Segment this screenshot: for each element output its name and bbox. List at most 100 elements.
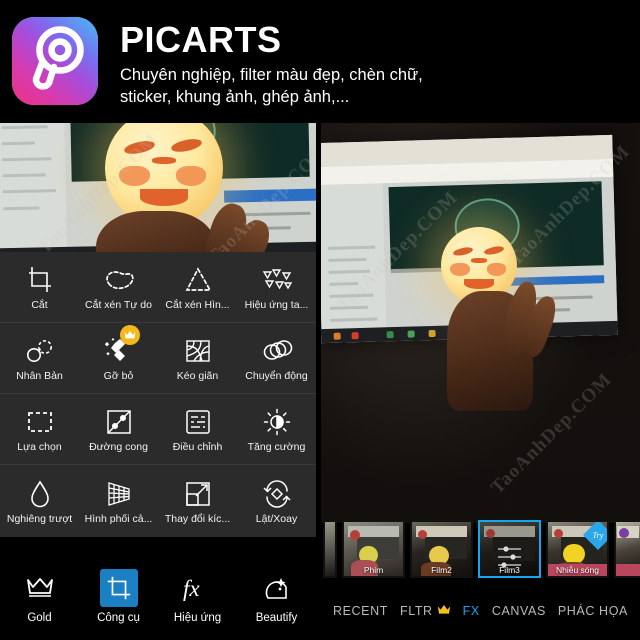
- tool-curves[interactable]: Đường cong: [79, 394, 158, 464]
- filter-thumb-phim[interactable]: Phim: [342, 520, 405, 578]
- tool-flip-rotate[interactable]: Lật/Xoay: [237, 465, 316, 536]
- tool-tilt-shift[interactable]: Nghiêng trượt: [0, 465, 79, 536]
- tool-adjust[interactable]: Điều chỉnh: [158, 394, 237, 464]
- perspective-icon: [103, 477, 135, 511]
- dispersion-effect-icon: [260, 263, 294, 297]
- bottom-item-label: Hiệu ứng: [173, 611, 222, 624]
- tab-phac-hoa[interactable]: PHÁC HỌA: [558, 604, 628, 618]
- left-bottom-toolbar: Gold Công cụ fx Hiệu ứng Beautify: [0, 552, 316, 640]
- tool-enhance[interactable]: Tăng cường: [237, 394, 316, 464]
- tool-label: Lật/Xoay: [255, 512, 298, 525]
- tool-label: Lựa chọn: [17, 441, 62, 453]
- crop-icon: [25, 263, 55, 297]
- filter-thumb-nhieu-song[interactable]: Try Nhiễu sóng: [546, 520, 609, 578]
- bottom-item-label: Gold: [27, 611, 52, 624]
- right-photo-backdrop: TaoAnhDep.COM TaoAnhDep.COM TaoAnhDep.CO…: [321, 123, 640, 523]
- tool-label: Nhân Bản: [16, 370, 63, 382]
- bottom-item-effects[interactable]: fx Hiệu ứng: [158, 569, 237, 624]
- shape-crop-icon: [183, 263, 213, 297]
- filter-name: Phim: [363, 565, 384, 575]
- enhance-icon: [262, 405, 292, 439]
- left-screenshot-panel: TaoAnhDep.COM TaoAnhDep.COM Cắt Cắt xén …: [0, 123, 316, 640]
- tool-shape-crop[interactable]: Cắt xén Hìn...: [158, 252, 237, 322]
- tool-perspective[interactable]: Hình phối cả...: [79, 465, 158, 536]
- tool-row: Lựa chọn Đường cong Điều chỉnh Tăng cườn…: [0, 394, 316, 465]
- tool-free-crop[interactable]: Cắt xén Tự do: [79, 252, 158, 322]
- right-screenshot-panel: TaoAnhDep.COM TaoAnhDep.COM TaoAnhDep.CO…: [321, 123, 640, 640]
- tool-label: Thay đổi kíc...: [164, 512, 231, 525]
- tool-label: Cắt xén Hìn...: [165, 299, 230, 311]
- tool-row: Nghiêng trượt Hình phối cả... Thay đổi k…: [0, 465, 316, 536]
- brand-block: PICARTS Chuyên nghiệp, filter màu đẹp, c…: [120, 20, 423, 108]
- brand-subtitle-line1: Chuyên nghiệp, filter màu đẹp, chèn chữ,: [120, 66, 423, 84]
- tab-label: PHÁC HỌA: [557, 604, 628, 618]
- tool-resize[interactable]: Thay đổi kíc...: [158, 465, 237, 536]
- tab-fx[interactable]: FX: [463, 604, 480, 618]
- screenshot-root: PICARTS Chuyên nghiệp, filter màu đẹp, c…: [0, 0, 640, 640]
- flip-rotate-icon: [261, 477, 293, 511]
- selection-icon: [25, 405, 55, 439]
- bottom-item-gold[interactable]: Gold: [0, 569, 79, 624]
- tool-label: Nghiêng trượt: [6, 512, 73, 525]
- resize-icon: [183, 477, 213, 511]
- app-header: PICARTS Chuyên nghiệp, filter màu đẹp, c…: [0, 0, 640, 122]
- tab-label: RECENT: [332, 604, 388, 618]
- tab-label: FLTR: [399, 604, 433, 618]
- tool-clone[interactable]: Nhân Bản: [0, 323, 79, 393]
- filter-thumb-partial-left[interactable]: [323, 520, 337, 578]
- tab-label: FX: [462, 604, 480, 618]
- filter-thumb-film3[interactable]: Film3: [478, 520, 541, 578]
- tilt-shift-icon: [28, 477, 52, 511]
- beautify-face-icon: [258, 569, 296, 607]
- motion-icon: [260, 334, 294, 368]
- tool-label: Kéo giãn: [176, 370, 219, 382]
- fx-icon: fx: [179, 569, 217, 607]
- adjust-icon: [183, 405, 213, 439]
- filter-name: Nhiễu sóng: [548, 564, 607, 576]
- bottom-item-beautify[interactable]: Beautify: [237, 569, 316, 624]
- tool-crop[interactable]: Cắt: [0, 252, 79, 322]
- filter-name: [616, 564, 640, 576]
- crown-icon: [437, 604, 451, 618]
- tab-recent[interactable]: RECENT: [333, 604, 388, 618]
- tool-label: Đường cong: [89, 441, 148, 453]
- app-logo: [12, 17, 98, 105]
- tool-row: Cắt Cắt xén Tự do Cắt xén Hìn... Hiệu ứn…: [0, 252, 316, 323]
- tab-fltr[interactable]: FLTR: [400, 604, 451, 618]
- clone-icon: [24, 334, 56, 368]
- stretch-icon: [183, 334, 213, 368]
- filter-name: Film3: [499, 565, 520, 575]
- bottom-item-tools[interactable]: Công cụ: [79, 568, 158, 624]
- picsart-logo-icon: [12, 17, 98, 105]
- tool-label: Cắt xén Tự do: [85, 299, 152, 311]
- tool-remove[interactable]: Gỡ bỏ: [79, 323, 158, 393]
- tool-label: Tăng cường: [247, 441, 306, 453]
- filter-category-tabbar: RECENT FLTR FX CANVAS PHÁC HỌA: [321, 582, 640, 640]
- page-title: PICARTS: [120, 19, 282, 60]
- bottom-item-label: Beautify: [255, 611, 298, 624]
- tool-motion[interactable]: Chuyển động: [237, 323, 316, 393]
- filter-thumb-partial-right[interactable]: [614, 520, 640, 578]
- brand-subtitle-line2: sticker, khung ảnh, ghép ảnh,...: [120, 88, 350, 106]
- tools-panel: Cắt Cắt xén Tự do Cắt xén Hìn... Hiệu ứn…: [0, 252, 316, 537]
- premium-crown-badge: [120, 325, 140, 345]
- tool-dispersion-effect[interactable]: Hiệu ứng ta...: [237, 252, 316, 322]
- tool-label: Cắt: [31, 299, 48, 311]
- filter-thumbnail-strip[interactable]: Phim Film2 Film3 Try Nhiễu sóng: [321, 518, 640, 580]
- curves-icon: [104, 405, 134, 439]
- filter-thumb-film2[interactable]: Film2: [410, 520, 473, 578]
- tool-label: Điều chỉnh: [172, 441, 223, 453]
- tool-label: Gỡ bỏ: [103, 370, 134, 382]
- free-crop-icon: [102, 263, 136, 297]
- tool-selection[interactable]: Lựa chọn: [0, 394, 79, 464]
- svg-text:fx: fx: [183, 576, 200, 601]
- tool-label: Hiệu ứng ta...: [244, 299, 309, 311]
- tab-canvas[interactable]: CANVAS: [492, 604, 546, 618]
- tool-stretch[interactable]: Kéo giãn: [158, 323, 237, 393]
- tool-label: Hình phối cả...: [84, 512, 153, 525]
- bottom-item-label: Công cụ: [97, 611, 140, 624]
- tool-row: Nhân Bản Gỡ bỏ Kéo giãn Chuyển động: [0, 323, 316, 394]
- try-badge-label: Try: [592, 530, 604, 540]
- tab-label: CANVAS: [491, 604, 546, 618]
- tools-crop-icon: [99, 568, 138, 607]
